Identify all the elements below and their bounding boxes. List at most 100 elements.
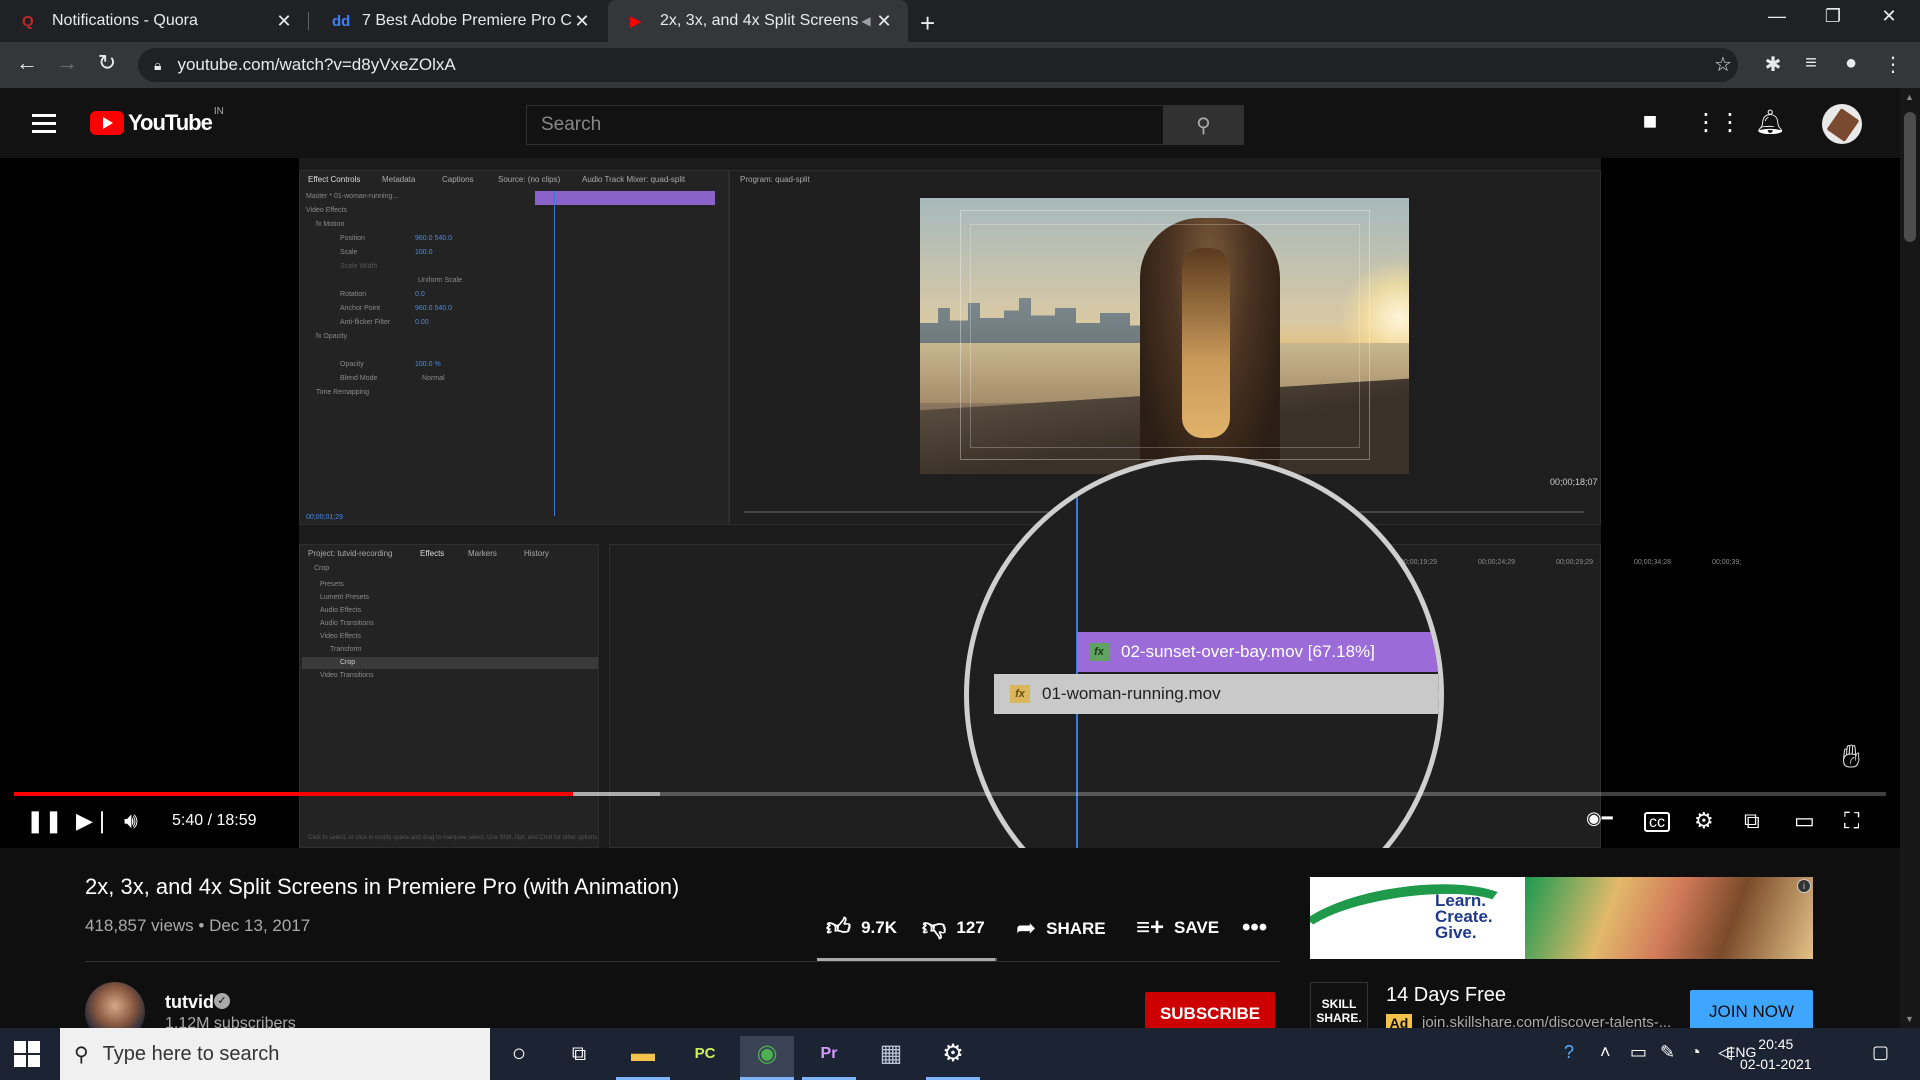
- restore-icon[interactable]: ❐: [1810, 6, 1856, 27]
- new-tab-button[interactable]: +: [920, 8, 935, 39]
- status-bar-text: Click to select, or click in empty space…: [308, 835, 599, 841]
- media-controls-icon[interactable]: ≡: [1796, 52, 1826, 75]
- program-timecode: 00;00;18;07: [1550, 477, 1598, 487]
- progress-bar[interactable]: [14, 792, 1886, 796]
- share-button[interactable]: ➦ SHARE: [1016, 914, 1106, 943]
- tab-quora[interactable]: Q Notifications - Quora ✕: [0, 0, 308, 42]
- tab-youtube-active[interactable]: ▶ 2x, 3x, and 4x Split Screens in ◀ ✕: [608, 0, 908, 42]
- settings-gear-icon[interactable]: ⚙: [926, 1036, 980, 1080]
- apps-grid-icon[interactable]: ⋮⋮: [1694, 108, 1742, 137]
- taskbar-search-placeholder: Type here to search: [102, 1042, 280, 1065]
- page-scrollbar[interactable]: ▲ ▼: [1900, 88, 1920, 1028]
- url-text[interactable]: youtube.com/watch?v=d8yVxeZOlxA: [177, 55, 455, 75]
- address-bar[interactable]: 🔒︎ youtube.com/watch?v=d8yVxeZOlxA: [138, 48, 1738, 82]
- forward-icon[interactable]: →: [52, 50, 82, 76]
- minimize-icon[interactable]: —: [1754, 6, 1800, 27]
- clip-label: 01-woman-running.mov: [1042, 684, 1221, 703]
- help-icon[interactable]: ?: [1564, 1042, 1574, 1063]
- ad-logo-line: SKILL: [1321, 997, 1357, 1011]
- taskbar-clock[interactable]: 20:45 02-01-2021: [1740, 1034, 1812, 1074]
- effect-row: fx Opacity: [316, 333, 348, 340]
- battery-icon[interactable]: ▭: [1630, 1042, 1647, 1063]
- youtube-logo-text: YouTube: [128, 110, 213, 135]
- effect-row: Video Effects: [306, 207, 347, 214]
- effect-value: 960.0 540.0: [415, 305, 452, 312]
- clock-date: 02-01-2021: [1740, 1056, 1812, 1072]
- photos-app-icon[interactable]: ▦: [864, 1036, 918, 1080]
- youtube-logo[interactable]: YouTube IN: [90, 106, 224, 136]
- settings-gear-icon[interactable]: ⚙: [1694, 808, 1714, 834]
- taskbar-search-box[interactable]: ⚲ Type here to search: [60, 1028, 490, 1080]
- ad-headline[interactable]: 14 Days Free: [1386, 984, 1506, 1007]
- ruler-tick: 00;00;24;29: [1478, 559, 1515, 566]
- pycharm-icon[interactable]: PC: [678, 1036, 732, 1080]
- tab-title: Notifications - Quora: [52, 12, 198, 29]
- dislike-button[interactable]: 👎︎ 127: [922, 914, 985, 942]
- panel-tab: Audio Track Mixer: quad-split: [582, 175, 686, 184]
- windows-taskbar: ⚲ Type here to search ○ ⧉ ▬ PC ◉ Pr ▦ ⚙ …: [0, 1028, 1920, 1080]
- panel-tab: Markers: [468, 549, 497, 558]
- close-window-icon[interactable]: ✕: [1866, 6, 1912, 27]
- share-arrow-icon: ➦: [1016, 915, 1037, 942]
- volume-icon[interactable]: 🔊︎: [124, 808, 138, 834]
- pen-icon[interactable]: ✎: [1660, 1042, 1675, 1063]
- show-hidden-icons-chevron-icon[interactable]: ˄: [1600, 1042, 1611, 1063]
- ruler-tick: 00;00;39;: [1712, 559, 1742, 566]
- reload-icon[interactable]: ↻: [92, 50, 122, 76]
- more-actions-button[interactable]: •••: [1242, 914, 1277, 942]
- bookmark-star-icon[interactable]: ☆: [1708, 52, 1738, 77]
- close-icon[interactable]: ✕: [274, 11, 294, 32]
- theater-mode-button[interactable]: ▭: [1794, 808, 1815, 834]
- captions-button[interactable]: cc: [1644, 812, 1670, 832]
- file-explorer-icon[interactable]: ▬: [616, 1036, 670, 1080]
- thumbs-up-icon: 👍︎: [826, 914, 852, 941]
- action-center-icon[interactable]: ▢: [1872, 1042, 1889, 1063]
- like-button[interactable]: 👍︎ 9.7K: [826, 914, 897, 942]
- task-view-icon[interactable]: ⧉: [552, 1036, 606, 1080]
- ad-info-icon[interactable]: i: [1797, 879, 1811, 893]
- create-video-icon[interactable]: ■: [1634, 108, 1666, 136]
- more-horizontal-icon: •••: [1242, 914, 1268, 941]
- fullscreen-button[interactable]: ⛶: [1844, 808, 1859, 834]
- pause-button[interactable]: ❚❚: [26, 808, 63, 834]
- scroll-up-icon[interactable]: ▲: [1905, 92, 1914, 102]
- clock-time: 20:45: [1758, 1036, 1794, 1052]
- chrome-icon[interactable]: ◉: [740, 1036, 794, 1080]
- windows-start-icon[interactable]: [14, 1041, 40, 1067]
- lock-icon[interactable]: 🔒︎: [154, 57, 161, 74]
- extensions-icon[interactable]: ✱: [1758, 52, 1788, 77]
- scroll-thumb[interactable]: [1904, 112, 1916, 242]
- share-label: SHARE: [1046, 918, 1106, 938]
- video-player[interactable]: Effect Controls Metadata Captions Source…: [0, 158, 1900, 848]
- close-icon[interactable]: ✕: [874, 11, 894, 32]
- miniplayer-button[interactable]: ⧉: [1744, 808, 1760, 834]
- browser-menu-icon[interactable]: ⋮: [1878, 52, 1908, 77]
- video-title: 2x, 3x, and 4x Split Screens in Premiere…: [85, 874, 680, 899]
- premiere-pro-icon[interactable]: Pr: [802, 1036, 856, 1080]
- tab-title: 2x, 3x, and 4x Split Screens in: [660, 12, 858, 29]
- search-button[interactable]: ⚲: [1163, 106, 1243, 144]
- next-video-button[interactable]: ▶❘: [76, 808, 111, 834]
- effect-value: 960.0 540.0: [415, 235, 452, 242]
- autoplay-toggle[interactable]: ◉━: [1586, 808, 1613, 829]
- menu-icon[interactable]: [32, 114, 56, 138]
- mini-clip-bar: [535, 191, 715, 205]
- save-button[interactable]: ≡+ SAVE: [1136, 914, 1219, 942]
- profile-avatar-icon[interactable]: ●: [1836, 52, 1866, 75]
- close-icon[interactable]: ✕: [572, 11, 592, 32]
- dd-favicon-icon: dd: [332, 12, 351, 30]
- cortana-icon[interactable]: ○: [492, 1036, 546, 1080]
- effect-row: Scale Width: [340, 263, 378, 270]
- ad-banner-image[interactable]: Learn. Create. Give.: [1310, 877, 1813, 959]
- account-avatar[interactable]: [1822, 104, 1862, 144]
- notifications-bell-icon[interactable]: 🔔︎: [1754, 108, 1786, 137]
- video-views-date: 418,857 views • Dec 13, 2017: [85, 916, 311, 935]
- tab-premiere-classes[interactable]: dd 7 Best Adobe Premiere Pro Classes ✕: [310, 0, 606, 42]
- search-input[interactable]: Search: [527, 106, 1163, 144]
- channel-name[interactable]: tutvid: [165, 992, 214, 1013]
- back-icon[interactable]: ←: [12, 50, 42, 76]
- wifi-icon[interactable]: ◔: [1690, 1042, 1701, 1063]
- speaker-muted-icon[interactable]: ◀: [858, 14, 874, 28]
- scroll-down-icon[interactable]: ▼: [1905, 1014, 1914, 1024]
- thumbs-down-icon: 👎︎: [922, 914, 947, 941]
